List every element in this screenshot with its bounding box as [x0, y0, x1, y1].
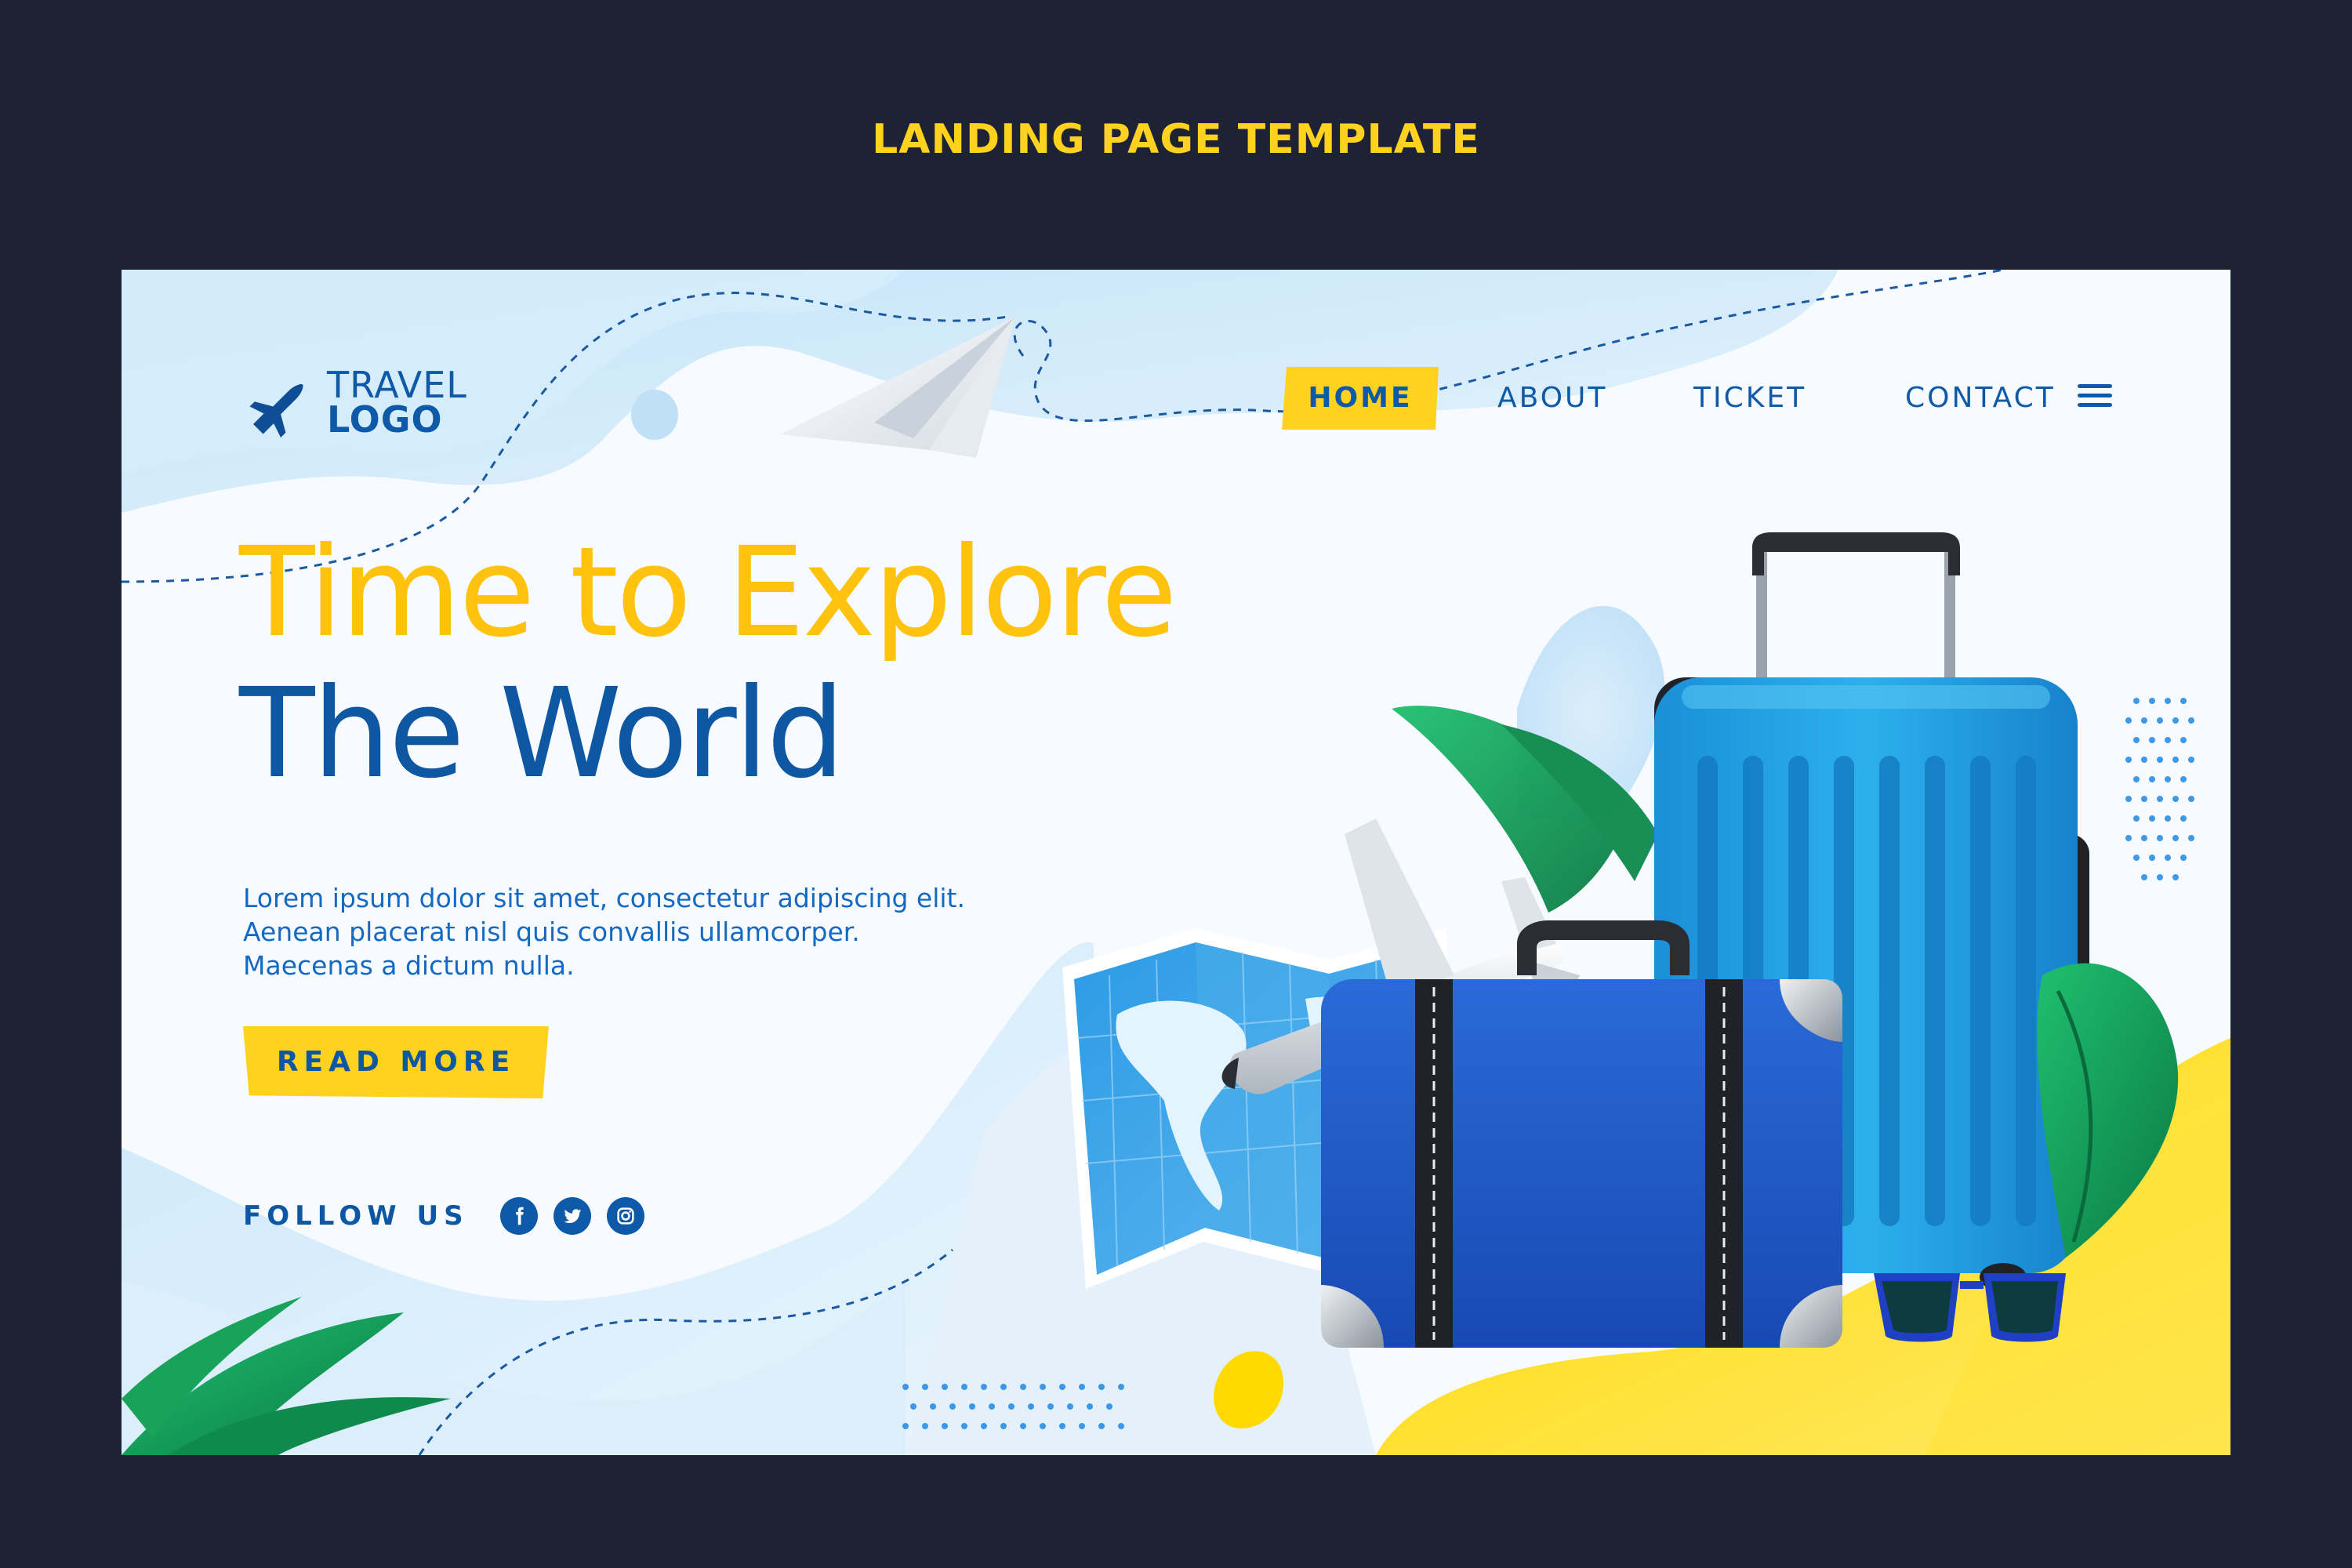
hero-description-line: Maecenas a dictum nulla.	[243, 950, 575, 981]
instagram-icon[interactable]	[606, 1197, 644, 1235]
hero-title-line-2: The World	[239, 662, 845, 806]
nav-ticket[interactable]: TICKET	[1693, 367, 1806, 430]
banner-title: LANDING PAGE TEMPLATE	[872, 116, 1480, 163]
hero-description-line: Lorem ipsum dolor sit amet, consectetur …	[243, 883, 965, 913]
background-decoration	[122, 270, 2230, 1455]
follow-us-label: FOLLOW US	[243, 1200, 469, 1232]
hero-description: Lorem ipsum dolor sit amet, consectetur …	[243, 881, 1066, 982]
follow-us: FOLLOW US	[243, 1197, 660, 1235]
hero-description-line: Aenean placerat nisl quis convallis ulla…	[243, 916, 860, 947]
facebook-icon[interactable]	[499, 1197, 538, 1235]
landing-page-frame: TRAVEL LOGO HOME ABOUT TICKET CONTACT Ti…	[122, 270, 2230, 1455]
nav-contact[interactable]: CONTACT	[1905, 367, 2056, 430]
read-more-button[interactable]: READ MORE	[243, 1026, 549, 1098]
main-nav: HOME ABOUT TICKET CONTACT	[122, 367, 2230, 430]
menu-icon[interactable]	[2078, 384, 2112, 412]
hero-title-line-1: Time to Explore	[239, 521, 1178, 665]
nav-about[interactable]: ABOUT	[1497, 367, 1607, 430]
nav-home[interactable]: HOME	[1282, 367, 1439, 430]
twitter-icon[interactable]	[553, 1197, 591, 1235]
